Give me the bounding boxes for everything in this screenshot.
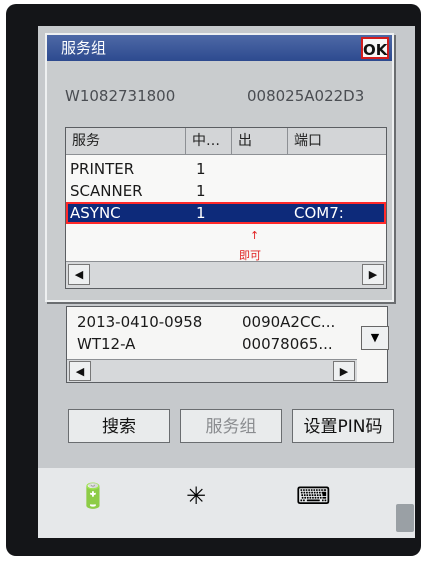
column-header-service[interactable]: 服务 xyxy=(66,128,186,154)
service-in: 1 xyxy=(196,204,206,222)
column-header-in[interactable]: 中… xyxy=(186,128,232,154)
dropdown-arrow-icon[interactable]: ▼ xyxy=(361,326,389,350)
service-name: SCANNER xyxy=(70,182,143,200)
list-item[interactable]: WT12-A 00078065... xyxy=(67,333,357,355)
service-list[interactable]: 服务 中… 出 端口 PRINTER 1 SCANNER 1 ASYNC 1 C… xyxy=(65,127,387,289)
set-pin-button[interactable]: 设置PIN码 xyxy=(292,409,394,443)
service-group-button[interactable]: 服务组 xyxy=(180,409,282,443)
scroll-right-icon[interactable]: ▶ xyxy=(362,264,384,285)
scroll-right-icon[interactable]: ▶ xyxy=(333,361,355,381)
scroll-left-icon[interactable]: ◀ xyxy=(68,264,90,285)
service-port: COM7: xyxy=(294,204,344,222)
scanner-icon[interactable]: ⌨ xyxy=(296,482,331,510)
device-name: WT12-A xyxy=(77,335,136,353)
service-group-dialog: 服务组 OK W1082731800 008025A022D3 服务 中… 出 … xyxy=(45,33,394,302)
table-row[interactable]: PRINTER 1 xyxy=(66,158,386,180)
taskbar: 🔋 ✳ ⌨ xyxy=(38,468,415,538)
scroll-left-icon[interactable]: ◀ xyxy=(69,361,91,381)
device-id: W1082731800 xyxy=(65,87,176,105)
device-list-scrollbar[interactable]: ◀ ▶ xyxy=(67,359,357,382)
device-frame: 2013-0410-0958 0090A2CC... WT12-A 000780… xyxy=(6,4,421,556)
device-name: 2013-0410-0958 xyxy=(77,313,203,331)
service-name: PRINTER xyxy=(70,160,135,178)
service-list-scrollbar[interactable]: ◀ ▶ xyxy=(66,261,386,288)
network-icon[interactable]: ✳ xyxy=(186,482,206,510)
hardware-button[interactable] xyxy=(396,504,414,532)
battery-icon[interactable]: 🔋 xyxy=(78,482,108,510)
list-header: 服务 中… 出 端口 xyxy=(66,128,386,155)
table-row-selected[interactable]: ASYNC 1 COM7: xyxy=(66,202,386,224)
search-button[interactable]: 搜索 xyxy=(68,409,170,443)
list-item[interactable]: 2013-0410-0958 0090A2CC... xyxy=(67,311,357,333)
table-row[interactable]: SCANNER 1 xyxy=(66,180,386,202)
device-address: 00078065... xyxy=(242,335,333,353)
device-screen: 2013-0410-0958 0090A2CC... WT12-A 000780… xyxy=(38,26,415,538)
annotation-note: 即可 xyxy=(239,249,261,262)
service-name: ASYNC xyxy=(70,204,121,222)
ok-button[interactable]: OK xyxy=(361,37,389,59)
device-address: 0090A2CC... xyxy=(242,313,336,331)
dialog-title: 服务组 xyxy=(47,35,392,61)
column-header-port[interactable]: 端口 xyxy=(288,128,386,154)
annotation-arrow-icon: ↑ xyxy=(250,229,260,242)
service-in: 1 xyxy=(196,160,206,178)
device-list[interactable]: 2013-0410-0958 0090A2CC... WT12-A 000780… xyxy=(66,306,388,383)
service-in: 1 xyxy=(196,182,206,200)
column-header-out[interactable]: 出 xyxy=(232,128,288,154)
device-mac: 008025A022D3 xyxy=(247,87,365,105)
